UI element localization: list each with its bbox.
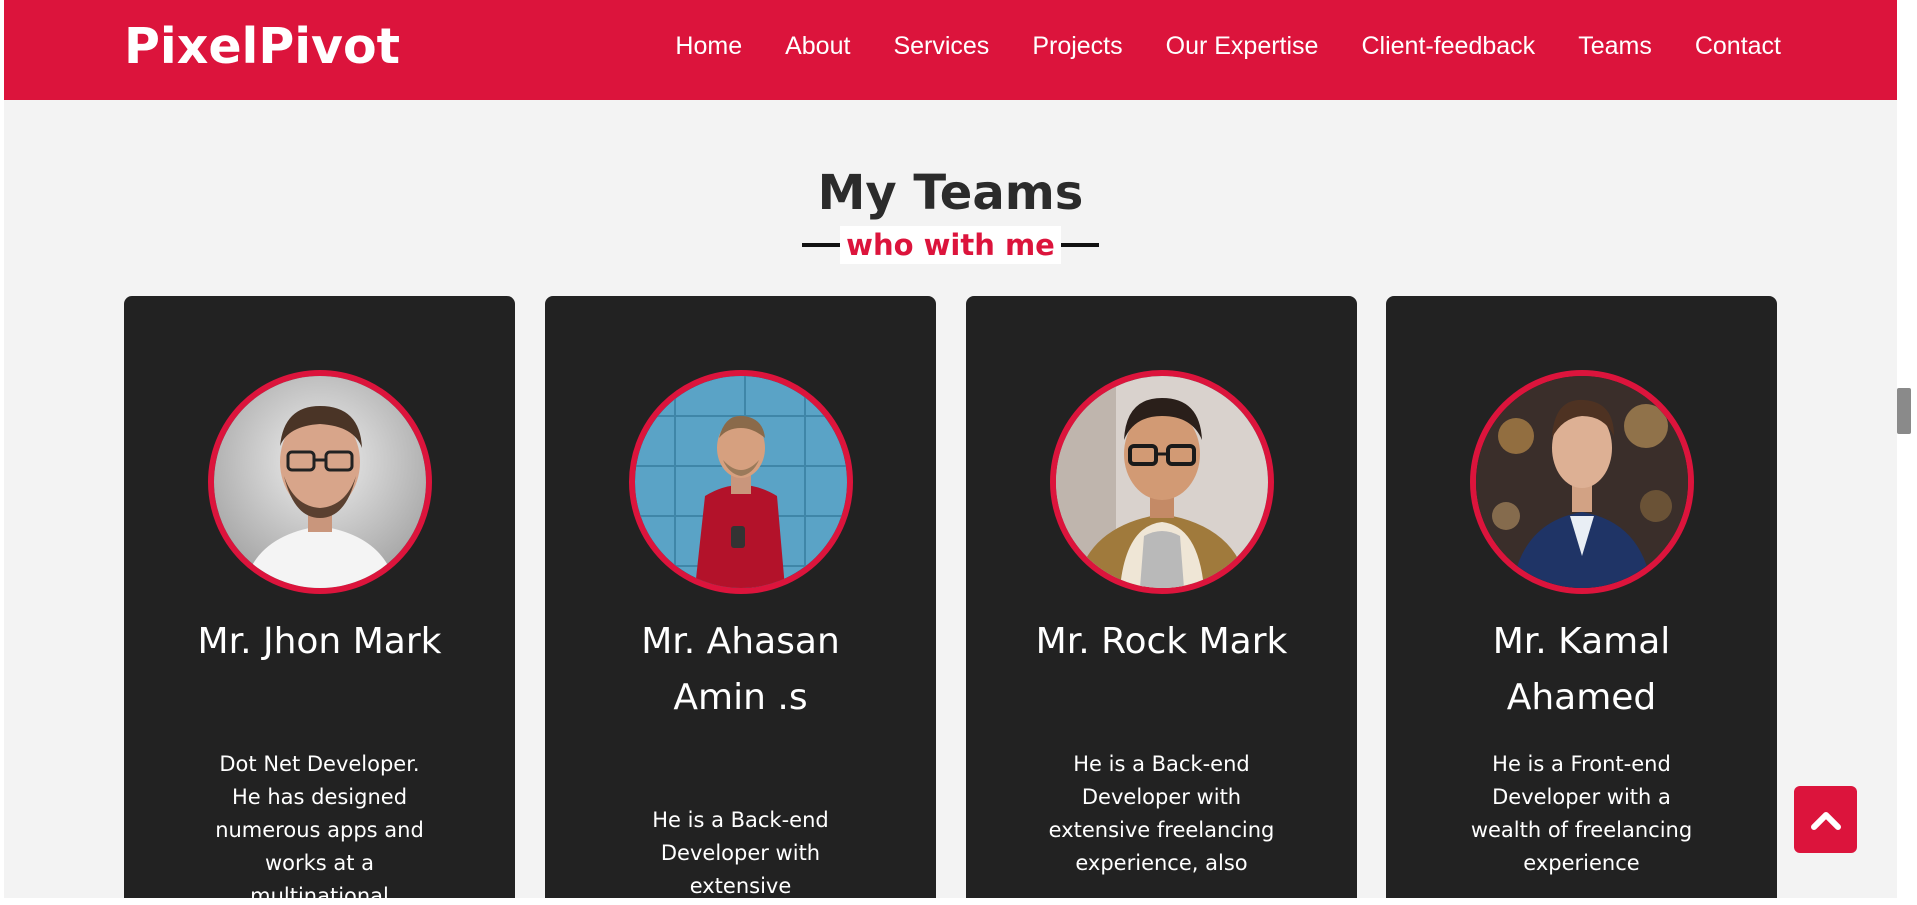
nav-link-home[interactable]: Home	[675, 32, 742, 61]
team-card: Mr. Jhon Mark Dot Net Developer. He has …	[124, 296, 515, 898]
member-avatar	[629, 370, 853, 594]
nav-link-projects[interactable]: Projects	[1032, 32, 1122, 61]
section-title: My Teams	[817, 165, 1084, 221]
back-to-top-button[interactable]	[1794, 786, 1857, 853]
brand-logo[interactable]: PixelPivot	[124, 18, 400, 75]
member-name: Mr. Jhon Mark	[197, 621, 442, 662]
member-description: He is a Front-end Developer with a wealt…	[1470, 752, 1693, 875]
section-subtitle: who with me	[840, 226, 1061, 264]
member-name: Mr. Kamal Ahamed	[1492, 621, 1671, 718]
team-card: Mr. Kamal Ahamed He is a Front-end Devel…	[1386, 296, 1777, 898]
nav-link-contact[interactable]: Contact	[1695, 32, 1781, 61]
team-card: Mr. Rock Mark He is a Back-end Developer…	[966, 296, 1357, 898]
member-avatar	[1050, 370, 1274, 594]
member-photo	[1476, 376, 1688, 588]
nav-link-teams[interactable]: Teams	[1578, 32, 1652, 61]
member-photo	[1056, 376, 1268, 588]
member-photo	[214, 376, 426, 588]
subtitle-divider-left	[802, 243, 841, 247]
member-avatar	[208, 370, 432, 594]
navbar: PixelPivot Home About Services Projects …	[4, 0, 1897, 100]
subtitle-divider-right	[1060, 243, 1099, 247]
nav-link-our-expertise[interactable]: Our Expertise	[1166, 32, 1319, 61]
member-name: Mr. Rock Mark	[1035, 621, 1288, 662]
nav-menu: Home About Services Projects Our Experti…	[632, 32, 1781, 61]
scrollbar-thumb[interactable]	[1897, 388, 1911, 434]
nav-link-about[interactable]: About	[785, 32, 850, 61]
member-photo	[635, 376, 847, 588]
member-description: He is a Back-end Developer with extensiv…	[652, 808, 829, 898]
nav-link-services[interactable]: Services	[893, 32, 989, 61]
member-avatar	[1470, 370, 1694, 594]
nav-link-client-feedback[interactable]: Client-feedback	[1361, 32, 1535, 61]
page: PixelPivot Home About Services Projects …	[4, 0, 1897, 898]
team-card: Mr. Ahasan Amin .s He is a Back-end Deve…	[545, 296, 936, 898]
chevron-up-icon	[1810, 811, 1841, 830]
section-subtitle-wrap: who with me	[4, 226, 1897, 264]
member-description: Dot Net Developer. He has designed numer…	[215, 752, 424, 898]
member-description: He is a Back-end Developer with extensiv…	[1048, 752, 1275, 875]
member-name: Mr. Ahasan Amin .s	[641, 621, 840, 718]
